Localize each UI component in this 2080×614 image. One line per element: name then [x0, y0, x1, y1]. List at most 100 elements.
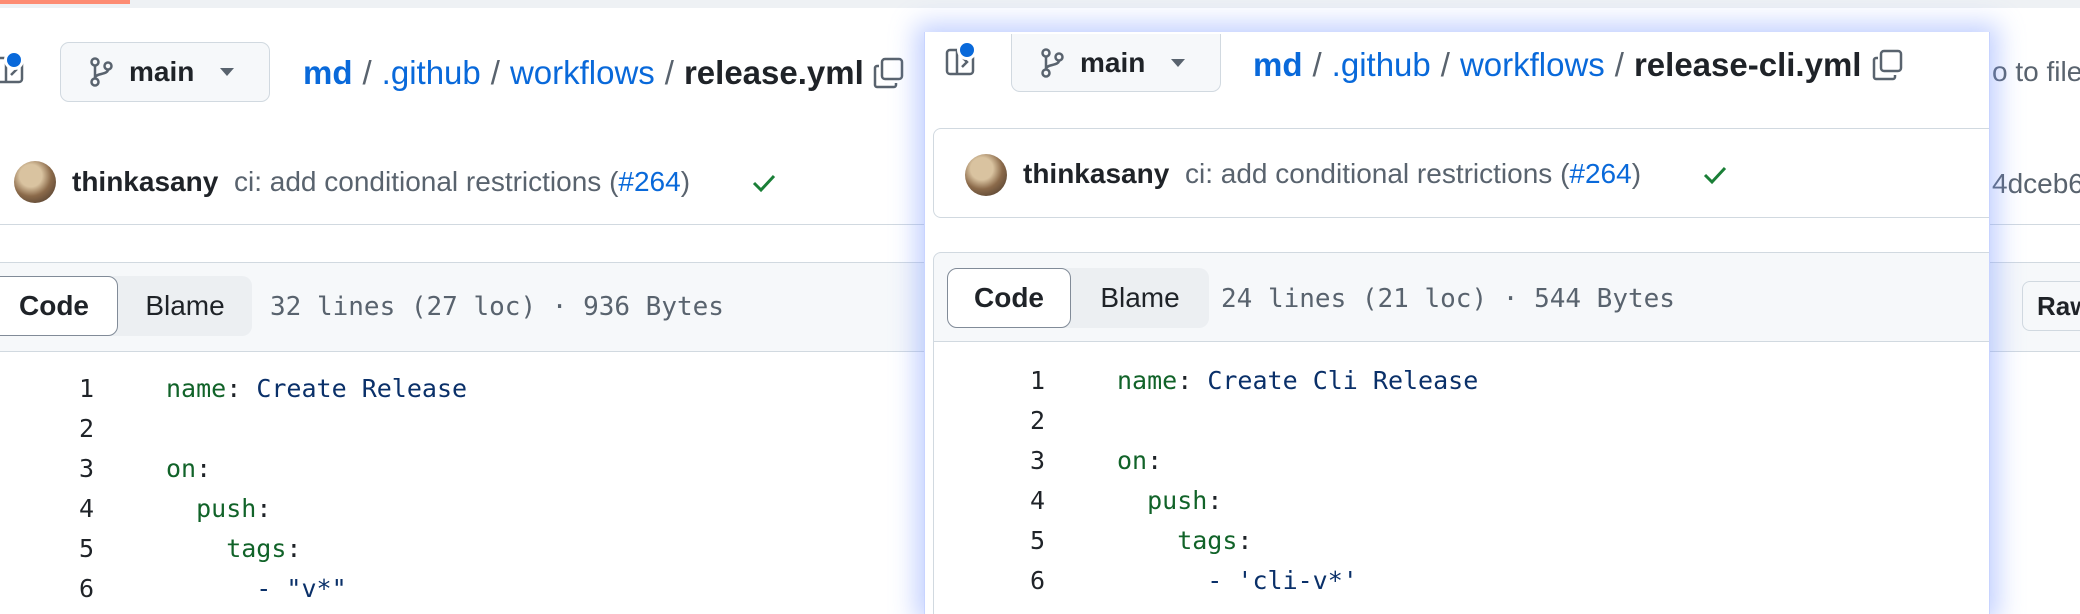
yaml-value: - 'cli-v*' [1117, 565, 1358, 595]
line-number[interactable]: 4 [925, 486, 1045, 515]
line-number[interactable]: 4 [0, 494, 94, 523]
code-line: 6 - "v*" [0, 568, 347, 608]
yaml-colon: : [286, 533, 302, 563]
yaml-key: name [166, 373, 227, 403]
breadcrumb-current-file: release-cli.yml [1633, 46, 1862, 83]
file-info: 32 lines (27 loc) · 936 Bytes [270, 292, 724, 322]
yaml-value: - "v*" [166, 573, 347, 603]
git-branch-icon [90, 57, 113, 87]
commit-author-link[interactable]: thinkasany [72, 166, 218, 198]
code-blame-toggle: Code Blame [0, 276, 252, 336]
yaml-key: name [1117, 365, 1178, 395]
breadcrumb-separator: / [1614, 46, 1624, 83]
yaml-colon: : [256, 493, 272, 523]
tab-code[interactable]: Code [0, 276, 118, 336]
line-number[interactable]: 5 [0, 534, 94, 563]
breadcrumb-separator: / [664, 54, 674, 91]
yaml-value: Create Release [241, 373, 468, 403]
branch-label: main [129, 56, 195, 87]
breadcrumb-workflows-link[interactable]: workflows [510, 54, 655, 92]
avatar[interactable] [14, 161, 56, 203]
tab-code[interactable]: Code [947, 268, 1071, 328]
yaml-colon: : [1237, 525, 1253, 555]
yaml-value: Create Cli Release [1192, 365, 1479, 395]
side-panel-toggle-icon[interactable] [945, 40, 977, 78]
commit-message[interactable]: ci: add conditional restrictions (#264) [234, 166, 690, 198]
line-number[interactable]: 1 [0, 374, 94, 403]
side-panel-toggle-icon[interactable] [0, 50, 26, 86]
line-number[interactable]: 3 [925, 446, 1045, 475]
pull-request-link[interactable]: #264 [618, 166, 680, 197]
commit-message-close: ) [680, 166, 691, 197]
pull-request-link[interactable]: #264 [1569, 158, 1631, 189]
breadcrumb-repo-link[interactable]: md [1253, 46, 1303, 84]
yaml-key: tags [1117, 525, 1238, 555]
breadcrumb-github-link[interactable]: .github [1332, 46, 1431, 84]
avatar[interactable] [965, 154, 1007, 196]
code-line: 2 [0, 408, 94, 448]
breadcrumb-current-file: release.yml [683, 54, 864, 91]
commit-message-text: ci: add conditional restrictions ( [234, 166, 619, 197]
code-line: 5 tags: [925, 520, 1253, 560]
copy-path-icon[interactable] [872, 56, 906, 90]
line-number[interactable]: 1 [925, 366, 1045, 395]
breadcrumb-separator: / [1312, 46, 1322, 83]
code-line: 3 on: [0, 448, 211, 488]
tab-blame[interactable]: Blame [1071, 268, 1209, 328]
yaml-colon: : [196, 453, 212, 483]
commit-message-close: ) [1631, 158, 1642, 189]
line-number[interactable]: 5 [925, 526, 1045, 555]
file-info: 24 lines (21 loc) · 544 Bytes [1221, 284, 1675, 314]
branch-selector-button[interactable]: main [1011, 34, 1221, 92]
active-tab-underline [0, 0, 130, 4]
line-number[interactable]: 6 [0, 574, 94, 603]
yaml-key: tags [166, 533, 287, 563]
code-line: 1 name: Create Release [0, 368, 467, 408]
line-number[interactable]: 2 [0, 414, 94, 443]
top-border [0, 0, 2080, 8]
yaml-key: on [166, 453, 197, 483]
code-line: 6 - 'cli-v*' [925, 560, 1358, 600]
commit-author-link[interactable]: thinkasany [1023, 158, 1169, 190]
code-blame-toggle: Code Blame [947, 268, 1209, 328]
breadcrumb-separator: / [1440, 46, 1450, 83]
notification-dot [4, 50, 24, 70]
breadcrumb-repo-link[interactable]: md [303, 54, 353, 92]
yaml-key: push [166, 493, 257, 523]
check-icon[interactable] [750, 169, 778, 197]
file-preview-overlay: main md / .github / workflows / release-… [924, 32, 1990, 614]
chevron-down-icon [1171, 58, 1186, 67]
code-line: 2 [925, 400, 1045, 440]
breadcrumb: md / .github / workflows / release.yml [303, 54, 864, 92]
commit-message[interactable]: ci: add conditional restrictions (#264) [1185, 158, 1641, 190]
breadcrumb-separator: / [362, 54, 372, 91]
raw-button[interactable]: Raw [2022, 281, 2080, 331]
code-line: 5 tags: [0, 528, 302, 568]
breadcrumb-separator: / [490, 54, 500, 91]
line-number[interactable]: 2 [925, 406, 1045, 435]
code-line: 3 on: [925, 440, 1162, 480]
yaml-colon: : [1177, 365, 1193, 395]
breadcrumb-github-link[interactable]: .github [382, 54, 481, 92]
notification-dot [957, 40, 977, 60]
branch-label: main [1080, 46, 1146, 78]
breadcrumb: md / .github / workflows / release-cli.y… [1253, 46, 1861, 84]
code-line: 4 push: [925, 480, 1222, 520]
line-number[interactable]: 3 [0, 454, 94, 483]
go-to-file-button[interactable]: o to file [1992, 56, 2080, 88]
chevron-down-icon [220, 68, 235, 76]
code-line: 1 name: Create Cli Release [925, 360, 1478, 400]
yaml-colon: : [1147, 445, 1163, 475]
yaml-key: on [1117, 445, 1148, 475]
code-line: 4 push: [0, 488, 271, 528]
yaml-colon: : [226, 373, 242, 403]
branch-selector-button[interactable]: main [60, 42, 270, 102]
tab-blame[interactable]: Blame [118, 276, 252, 336]
line-number[interactable]: 6 [925, 566, 1045, 595]
yaml-colon: : [1207, 485, 1223, 515]
breadcrumb-workflows-link[interactable]: workflows [1460, 46, 1605, 84]
commit-message-text: ci: add conditional restrictions ( [1185, 158, 1570, 189]
commit-sha-link[interactable]: 4dceb6 [1992, 168, 2080, 200]
check-icon[interactable] [1701, 161, 1729, 189]
copy-path-icon[interactable] [1871, 48, 1905, 82]
